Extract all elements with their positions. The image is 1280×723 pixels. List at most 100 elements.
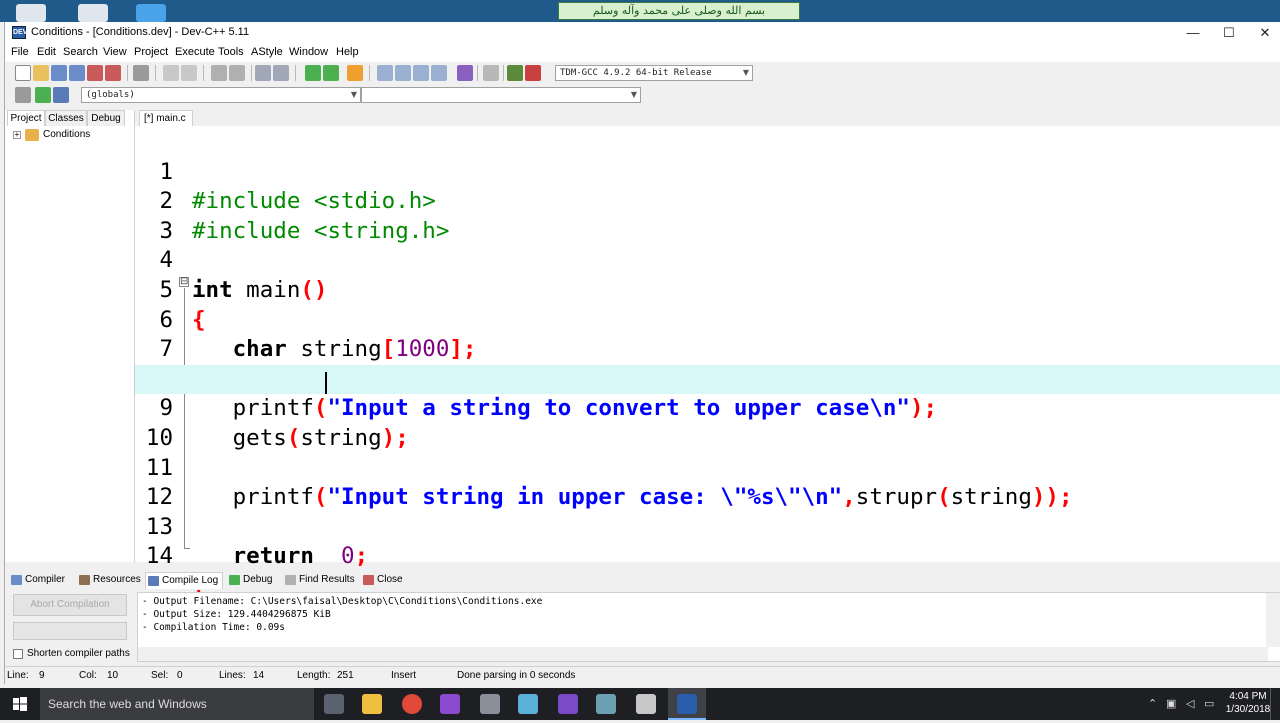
menu-file[interactable]: File	[11, 46, 29, 58]
stop-execution-icon[interactable]	[483, 65, 499, 81]
file-explorer-icon[interactable]	[362, 694, 382, 714]
class-toolbar: (globals) ▼ ▼	[5, 84, 1280, 106]
abort-compilation-button[interactable]: Abort Compilation	[13, 594, 127, 616]
log-vertical-scrollbar[interactable]	[1266, 593, 1280, 647]
status-line-label: Line:	[7, 670, 29, 681]
expand-icon[interactable]: +	[13, 131, 21, 139]
menu-view[interactable]: View	[103, 46, 127, 58]
status-message: Done parsing in 0 seconds	[457, 670, 576, 681]
app-icon[interactable]	[596, 694, 616, 714]
undo-icon[interactable]	[163, 65, 179, 81]
replace-icon[interactable]	[229, 65, 245, 81]
tab-compiler[interactable]: Compiler	[9, 572, 73, 589]
bookmark-icon[interactable]	[323, 65, 339, 81]
log-line: - Output Filename: C:\Users\faisal\Deskt…	[142, 596, 543, 607]
current-code-line: 9 gets(string);	[135, 364, 1280, 451]
compile-run-icon[interactable]	[413, 65, 429, 81]
redo-icon[interactable]	[181, 65, 197, 81]
tab-label: Compile Log	[162, 575, 219, 586]
tab-project[interactable]: Project	[7, 110, 45, 126]
menu-project[interactable]: Project	[134, 46, 168, 58]
app-icon[interactable]	[518, 694, 538, 714]
debug-icon[interactable]	[525, 65, 541, 81]
tab-compile-log[interactable]: Compile Log	[145, 572, 223, 589]
insert-icon[interactable]	[15, 87, 31, 103]
tab-debug-output[interactable]: Debug	[227, 572, 279, 589]
tab-label: Close	[377, 574, 403, 585]
editor-tab-main-c[interactable]: [*] main.c	[139, 110, 193, 126]
visual-studio-icon[interactable]	[440, 694, 460, 714]
task-view-icon[interactable]	[324, 694, 344, 714]
close-button[interactable]: ✕	[1247, 22, 1280, 44]
desktop-background: بسم الله وصلى على محمد وآله وسلم	[0, 0, 1280, 22]
tab-classes[interactable]: Classes	[45, 110, 87, 126]
compiler-select[interactable]: TDM-GCC 4.9.2 64-bit Release ▼	[555, 65, 753, 81]
open-file-icon[interactable]	[33, 65, 49, 81]
code-editor[interactable]: ⊟ 1 #include <stdio.h> 2 #include <strin…	[135, 126, 1280, 599]
goto-icon[interactable]	[305, 65, 321, 81]
new-file-icon[interactable]	[15, 65, 31, 81]
syntax-check-icon[interactable]	[457, 65, 473, 81]
show-desktop-button[interactable]	[1270, 688, 1280, 720]
devcpp-window: DEV Conditions - [Conditions.dev] - Dev-…	[4, 22, 1280, 684]
profile-icon[interactable]	[507, 65, 523, 81]
run-icon[interactable]	[395, 65, 411, 81]
member-select[interactable]: ▼	[361, 87, 641, 103]
desktop-icon[interactable]	[136, 4, 166, 22]
close-all-icon[interactable]	[105, 65, 121, 81]
menu-search[interactable]: Search	[63, 46, 98, 58]
status-lines-value: 14	[253, 670, 265, 681]
scope-select[interactable]: (globals) ▼	[81, 87, 361, 103]
print-icon[interactable]	[133, 65, 149, 81]
save-icon[interactable]	[51, 65, 67, 81]
check-icon	[229, 575, 240, 585]
log-horizontal-scrollbar[interactable]	[138, 647, 1268, 661]
compile-icon[interactable]	[377, 65, 393, 81]
tab-find-results[interactable]: Find Results	[283, 572, 357, 589]
menu-edit[interactable]: Edit	[37, 46, 56, 58]
menu-tools[interactable]: Tools	[218, 46, 244, 58]
start-button[interactable]	[0, 688, 40, 720]
keyboard-icon[interactable]: ▭	[1204, 697, 1214, 710]
menu-astyle[interactable]: AStyle	[251, 46, 283, 58]
compile-log[interactable]: - Output Filename: C:\Users\faisal\Deskt…	[137, 592, 1280, 662]
save-all-icon[interactable]	[69, 65, 85, 81]
unindent-icon[interactable]	[273, 65, 289, 81]
tab-resources[interactable]: Resources	[77, 572, 143, 589]
network-icon[interactable]: ▣	[1166, 697, 1176, 710]
menu-window[interactable]: Window	[289, 46, 328, 58]
taskbar-search-box[interactable]: Search the web and Windows	[40, 688, 314, 720]
indent-icon[interactable]	[255, 65, 271, 81]
desktop-icon[interactable]	[78, 4, 108, 22]
close-file-icon[interactable]	[87, 65, 103, 81]
tab-close[interactable]: Close	[361, 572, 407, 589]
tab-debug[interactable]: Debug	[87, 110, 125, 126]
shorten-paths-checkbox[interactable]	[13, 649, 23, 659]
find-icon[interactable]	[211, 65, 227, 81]
tools-icon[interactable]	[480, 694, 500, 714]
chevron-up-icon[interactable]: ⌃	[1148, 697, 1157, 710]
compile-progress-bar	[13, 622, 127, 640]
taskbar-clock[interactable]: 4:04 PM 1/30/2018	[1222, 690, 1274, 716]
clock-time: 4:04 PM	[1229, 691, 1267, 702]
bottom-panel-tabs: Compiler Resources Compile Log Debug Fin…	[5, 570, 1280, 590]
menu-help[interactable]: Help	[336, 46, 359, 58]
menu-execute[interactable]: Execute	[175, 46, 215, 58]
chrome-icon[interactable]	[402, 694, 422, 714]
toolbar-separator	[251, 65, 252, 81]
scope-select-value: (globals)	[86, 90, 135, 100]
status-sel-value: 0	[177, 670, 183, 681]
calculator-icon[interactable]	[636, 694, 656, 714]
maximize-button[interactable]: ☐	[1211, 22, 1247, 44]
devcpp-taskbar-icon[interactable]	[677, 694, 697, 714]
goto-definition-icon[interactable]	[53, 87, 69, 103]
minimize-button[interactable]: —	[1175, 22, 1211, 44]
desktop-icon[interactable]	[16, 4, 46, 22]
visual-studio-alt-icon[interactable]	[558, 694, 578, 714]
rebuild-all-icon[interactable]	[431, 65, 447, 81]
toggle-icon[interactable]	[35, 87, 51, 103]
class-browser-icon[interactable]	[347, 65, 363, 81]
volume-icon[interactable]: ◁	[1186, 697, 1194, 710]
title-bar[interactable]: DEV Conditions - [Conditions.dev] - Dev-…	[5, 22, 1280, 44]
